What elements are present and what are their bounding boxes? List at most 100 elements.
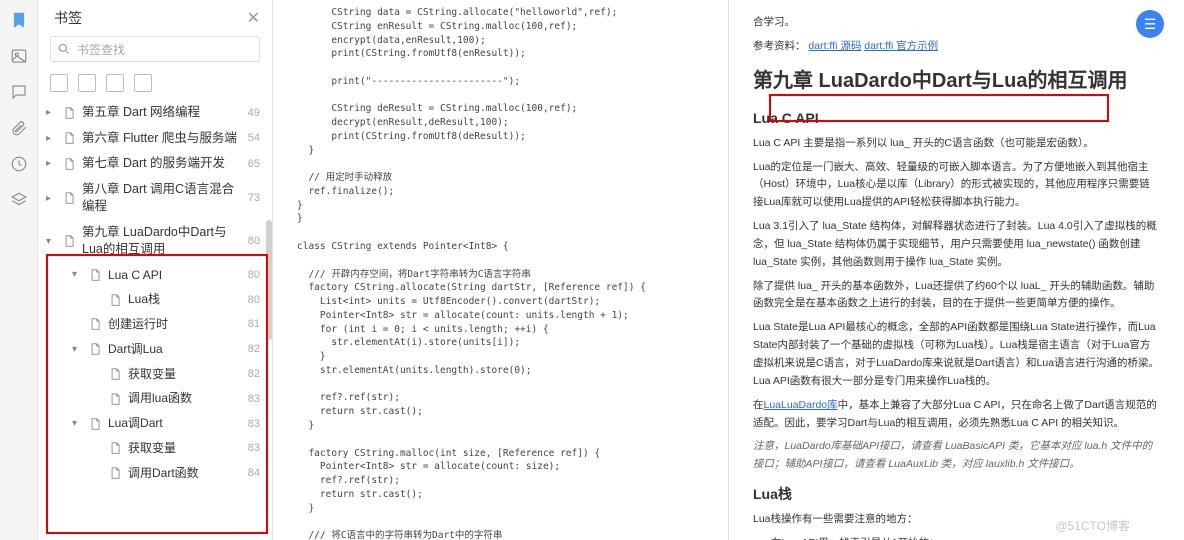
toc-label: 创建运行时 [108,316,242,333]
text: Lua C API 主要是指一系列以 lua_ 开头的C语言函数（也可能是宏函数… [753,135,1160,153]
toc-item[interactable]: 调用lua函数83 [38,386,272,411]
close-icon[interactable]: ✕ [247,8,260,28]
article-h2-capi: Lua C API [753,108,1160,129]
page-icon [88,342,102,356]
expand-icon[interactable]: ▾ [72,418,84,429]
toc-item[interactable]: ▸ 第六章 Flutter 爬虫与服务端 54 [38,126,272,152]
watermark: @51CTO博客 [1055,517,1130,534]
text: 参考资料： [753,40,806,52]
attachment-icon[interactable] [9,118,29,138]
toc-label: 调用Dart函数 [128,465,242,482]
toc-label: 第六章 Flutter 爬虫与服务端 [82,130,242,148]
image-icon[interactable] [9,46,29,66]
text: Lua的定位是一门嵌大、高效、轻量级的可嵌入脚本语言。为了方便地嵌入到其他宿主（… [753,159,1160,213]
toc-item[interactable]: 调用Dart函数 84 [38,461,272,486]
toc-item[interactable]: ▾ 第九章 LuaDardo中Dart与Lua的相互调用 80 [38,220,272,263]
toc-page: 54 [248,132,260,144]
page-icon [108,441,122,455]
expand-all-button[interactable] [50,74,68,92]
page-icon [108,293,122,307]
scrollbar-thumb[interactable] [266,220,272,340]
text: Lua State是Lua API最核心的概念，全部的API函数都是围绕Lua … [753,319,1160,390]
add-bookmark-button[interactable] [106,74,124,92]
bookmark-sidebar: 书签 ✕ 书签查找 ▸ 第五章 Dart 网络编程 49 ▸ 第六章 Flutter 爬… [38,0,273,540]
toc-item[interactable]: 获取变量 83 [38,436,272,461]
toc-label: Dart调Lua [108,341,242,358]
toc-label: 第五章 Dart 网络编程 [82,104,242,122]
page-icon [88,268,102,282]
float-action-button[interactable]: ☰ [1136,10,1164,38]
bookmark-flag-button[interactable] [134,74,152,92]
toc-page: 83 [248,442,260,454]
toc-item[interactable]: ▸ 第七章 Dart 的服务端开发 65 [38,151,272,177]
toc-label: 第七章 Dart 的服务端开发 [82,155,242,173]
search-input[interactable]: 书签查找 [50,36,260,62]
toc-label: 获取变量 [128,366,242,383]
expand-icon[interactable]: ▸ [46,133,58,144]
toc-item[interactable]: 获取变量 82 [38,362,272,387]
page-icon [88,417,102,431]
toc-page: 82 [248,368,260,380]
toc-label: Lua调Dart [108,415,242,432]
toc-tree[interactable]: ▸ 第五章 Dart 网络编程 49 ▸ 第六章 Flutter 爬虫与服务端 54 ▸ 第七… [38,100,272,540]
ref-link-2[interactable]: dart:ffi 官方示例 [864,40,938,52]
toc-page: 84 [248,467,260,479]
page-icon [62,191,76,205]
toolbar-row [38,68,272,100]
expand-icon[interactable]: ▾ [72,344,84,355]
code-block: CString data = CString.allocate("hellowo… [297,6,704,540]
article-h2-stack: Lua栈 [753,484,1160,505]
toc-page: 83 [248,418,260,430]
toc-page: 73 [248,192,260,204]
toc-page: 82 [248,343,260,355]
toc-page: 80 [248,235,260,247]
toc-label: 获取变量 [128,440,242,457]
toc-item[interactable]: ▾ Dart调Lua 82 [38,337,272,362]
page-icon [62,106,76,120]
bookmark-icon[interactable] [9,10,29,30]
expand-icon[interactable]: ▾ [72,269,84,280]
toc-item[interactable]: ▸ 第五章 Dart 网络编程 49 [38,100,272,126]
text: 除了提供 lua_ 开头的基本函数外，Lua还提供了约60个以 luaL_ 开头… [753,278,1160,314]
article-h1: 第九章 LuaDardo中Dart与Lua的相互调用 [753,66,1160,96]
toc-label: Lua栈 [128,291,242,308]
bullet-list: 在Lua API里，栈索引是从1开始的； 栈索引可以是负数，正数索引叫作绝对索引… [771,535,1160,540]
toc-label: 第九章 LuaDardo中Dart与Lua的相互调用 [82,224,242,259]
toc-page: 49 [248,107,260,119]
expand-icon[interactable]: ▸ [46,158,58,169]
sidebar-title: 书签 [54,8,82,28]
toc-item[interactable]: Lua栈 80 [38,287,272,312]
page-icon [108,466,122,480]
toc-page: 80 [248,294,260,306]
list-item: 在Lua API里，栈索引是从1开始的； [771,535,1160,540]
page-icon [108,367,122,381]
expand-icon[interactable]: ▸ [46,107,58,118]
page-right: 合学习。 参考资料： dart:ffi 源码 dart:ffi 官方示例 第九章… [729,0,1184,540]
toc-item[interactable]: ▸ 第八章 Dart 调用C语言混合编程 73 [38,177,272,220]
search-placeholder: 书签查找 [77,41,125,58]
lualuadardo-link[interactable]: LuaLuaDardo库 [764,399,838,411]
toc-label: Lua C API [108,267,242,284]
text: 在 [753,399,764,411]
toc-page: 80 [248,269,260,281]
toc-label: 第八章 Dart 调用C语言混合编程 [82,181,242,216]
toc-page: 83 [248,393,260,405]
collapse-all-button[interactable] [78,74,96,92]
expand-icon[interactable]: ▾ [46,236,58,247]
page-left: CString data = CString.allocate("hellowo… [273,0,728,540]
page-icon [108,392,122,406]
toc-item[interactable]: ▾ Lua调Dart 83 [38,411,272,436]
text: Lua 3.1引入了 lua_State 结构体，对解释器状态进行了封装。Lua… [753,218,1160,272]
toc-item[interactable]: ▾ Lua C API 80 [38,263,272,288]
toc-page: 65 [248,158,260,170]
text: 合学习。 [753,16,795,28]
recent-icon[interactable] [9,154,29,174]
content-area: CString data = CString.allocate("hellowo… [273,0,1184,540]
layers-icon[interactable] [9,190,29,210]
page-icon [88,317,102,331]
ref-link-1[interactable]: dart:ffi 源码 [808,40,861,52]
toc-item[interactable]: 创建运行时81 [38,312,272,337]
page-icon [62,131,76,145]
expand-icon[interactable]: ▸ [46,193,58,204]
comment-icon[interactable] [9,82,29,102]
